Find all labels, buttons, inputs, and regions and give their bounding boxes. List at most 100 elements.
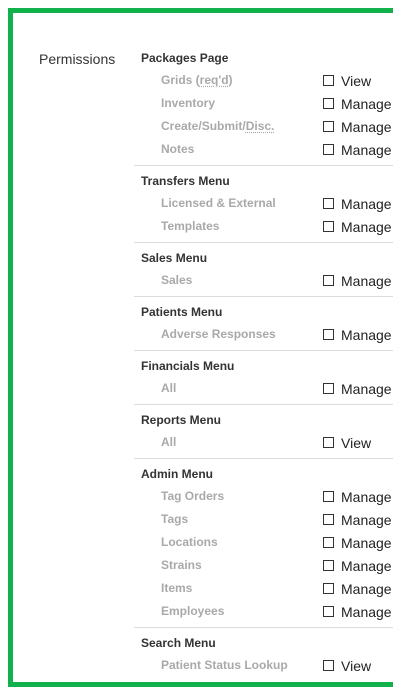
permission-checkbox-view[interactable]: View bbox=[323, 431, 371, 454]
section-title: Admin Menu bbox=[141, 467, 213, 481]
permission-name-text: Tags bbox=[161, 512, 189, 526]
permission-checkbox-manage[interactable]: Manage bbox=[323, 269, 392, 292]
permission-name-text: Licensed & External bbox=[161, 196, 276, 210]
permission-checkbox-manage[interactable]: Manage bbox=[323, 115, 392, 138]
checkbox-icon[interactable] bbox=[323, 583, 334, 594]
section-title: Packages Page bbox=[141, 51, 229, 65]
checkbox-icon[interactable] bbox=[323, 275, 334, 286]
permission-name: Strains bbox=[161, 554, 202, 577]
permission-name-text: Locations bbox=[161, 535, 218, 549]
permission-name: Locations bbox=[161, 531, 218, 554]
permission-checkbox-manage[interactable]: Manage bbox=[323, 92, 392, 115]
checkbox-label: View bbox=[341, 72, 372, 89]
permission-name-text: Strains bbox=[161, 558, 202, 572]
permission-name: Employees bbox=[161, 600, 224, 623]
permission-checkbox-manage[interactable]: Manage bbox=[323, 323, 392, 346]
permission-row-financials-all: All Manage bbox=[134, 377, 393, 400]
permission-row-inventory: Inventory Manage bbox=[134, 92, 393, 115]
checkbox-icon[interactable] bbox=[323, 144, 334, 155]
permission-row-patient-status-lookup: Patient Status Lookup View bbox=[134, 654, 393, 677]
permission-name-text: Create/Submit/ bbox=[161, 119, 246, 133]
checkbox-icon[interactable] bbox=[323, 491, 334, 502]
checkbox-label: Manage bbox=[341, 580, 392, 597]
checkbox-icon[interactable] bbox=[323, 198, 334, 209]
permission-checkbox-manage[interactable]: Manage bbox=[323, 600, 392, 623]
checkbox-icon[interactable] bbox=[323, 98, 334, 109]
permission-checkbox-manage[interactable]: Manage bbox=[323, 531, 392, 554]
permission-name: Grids (req'd) bbox=[161, 69, 233, 92]
checkbox-label: Manage bbox=[341, 380, 392, 397]
permission-name-text: Sales bbox=[161, 273, 193, 287]
permission-row-items: Items Manage bbox=[134, 577, 393, 600]
permission-name: All bbox=[161, 377, 176, 400]
permission-name: Create/Submit/Disc. bbox=[161, 115, 274, 138]
checkbox-icon[interactable] bbox=[323, 660, 334, 671]
checkbox-icon[interactable] bbox=[323, 383, 334, 394]
section-transfers-menu: Transfers Menu Licensed & External Manage T… bbox=[134, 170, 393, 243]
permission-checkbox-manage[interactable]: Manage bbox=[323, 577, 392, 600]
checkbox-icon[interactable] bbox=[323, 329, 334, 340]
section-title: Sales Menu bbox=[141, 251, 208, 265]
checkbox-icon[interactable] bbox=[323, 537, 334, 548]
permission-name-text: Items bbox=[161, 581, 193, 595]
permission-row-strains: Strains Manage bbox=[134, 554, 393, 577]
permission-checkbox-manage[interactable]: Manage bbox=[323, 508, 392, 531]
section-search-menu: Search Menu Patient Status Lookup View bbox=[134, 632, 393, 681]
checkbox-icon[interactable] bbox=[323, 606, 334, 617]
permission-checkbox-manage[interactable]: Manage bbox=[323, 485, 392, 508]
section-title: Financials Menu bbox=[141, 359, 235, 373]
checkbox-label: Manage bbox=[341, 218, 392, 235]
checkbox-label: Manage bbox=[341, 326, 392, 343]
permission-sections: Packages Page Grids (req'd) View Inventory M… bbox=[134, 47, 393, 685]
permission-row-employees: Employees Manage bbox=[134, 600, 393, 623]
section-sales-menu: Sales Menu Sales Manage bbox=[134, 247, 393, 297]
permission-name: Tag Orders bbox=[161, 485, 224, 508]
permission-name-text: Notes bbox=[161, 142, 195, 156]
permission-row-adverse-responses: Adverse Responses Manage bbox=[134, 323, 393, 346]
permissions-panel: Permissions Packages Page Grids (req'd) Vi… bbox=[8, 8, 393, 687]
checkbox-label: Manage bbox=[341, 272, 392, 289]
permission-name: Licensed & External bbox=[161, 192, 276, 215]
permission-name: Tags bbox=[161, 508, 188, 531]
permission-name-text: Inventory bbox=[161, 96, 216, 110]
checkbox-icon[interactable] bbox=[323, 121, 334, 132]
section-reports-menu: Reports Menu All View bbox=[134, 409, 393, 459]
checkbox-label: Manage bbox=[341, 603, 392, 620]
checkbox-icon[interactable] bbox=[323, 75, 334, 86]
section-admin-menu: Admin Menu Tag Orders Manage Tags Manage Loca… bbox=[134, 463, 393, 628]
permission-name-abbr: req'd bbox=[199, 73, 229, 87]
permission-checkbox-manage[interactable]: Manage bbox=[323, 215, 392, 238]
checkbox-label: View bbox=[341, 434, 372, 451]
checkbox-icon[interactable] bbox=[323, 560, 334, 571]
permission-name-text: All bbox=[161, 381, 177, 395]
section-title: Reports Menu bbox=[141, 413, 222, 427]
permission-name: Adverse Responses bbox=[161, 323, 276, 346]
permission-checkbox-manage[interactable]: Manage bbox=[323, 138, 392, 161]
permission-name-text: All bbox=[161, 435, 177, 449]
section-packages-page: Packages Page Grids (req'd) View Inventory M… bbox=[134, 47, 393, 166]
permission-name-text: Tag Orders bbox=[161, 489, 225, 503]
permission-name-text: Adverse Responses bbox=[161, 327, 276, 341]
permission-checkbox-manage[interactable]: Manage bbox=[323, 377, 392, 400]
permissions-label: Permissions bbox=[39, 51, 116, 67]
permission-checkbox-view[interactable]: View bbox=[323, 69, 371, 92]
permission-name: Templates bbox=[161, 215, 219, 238]
section-title: Patients Menu bbox=[141, 305, 223, 319]
permission-name-suffix: ) bbox=[228, 73, 233, 87]
permission-row-licensed-external: Licensed & External Manage bbox=[134, 192, 393, 215]
checkbox-icon[interactable] bbox=[323, 437, 334, 448]
section-patients-menu: Patients Menu Adverse Responses Manage bbox=[134, 301, 393, 351]
checkbox-label: Manage bbox=[341, 141, 392, 158]
permission-checkbox-manage[interactable]: Manage bbox=[323, 192, 392, 215]
permission-row-locations: Locations Manage bbox=[134, 531, 393, 554]
permission-name: Items bbox=[161, 577, 192, 600]
checkbox-icon[interactable] bbox=[323, 514, 334, 525]
permission-checkbox-view[interactable]: View bbox=[323, 654, 371, 677]
checkbox-icon[interactable] bbox=[323, 221, 334, 232]
section-title: Search Menu bbox=[141, 636, 216, 650]
permission-row-templates: Templates Manage bbox=[134, 215, 393, 238]
section-financials-menu: Financials Menu All Manage bbox=[134, 355, 393, 405]
permission-row-create-submit-disc: Create/Submit/Disc. Manage bbox=[134, 115, 393, 138]
permission-checkbox-manage[interactable]: Manage bbox=[323, 554, 392, 577]
checkbox-label: Manage bbox=[341, 118, 392, 135]
